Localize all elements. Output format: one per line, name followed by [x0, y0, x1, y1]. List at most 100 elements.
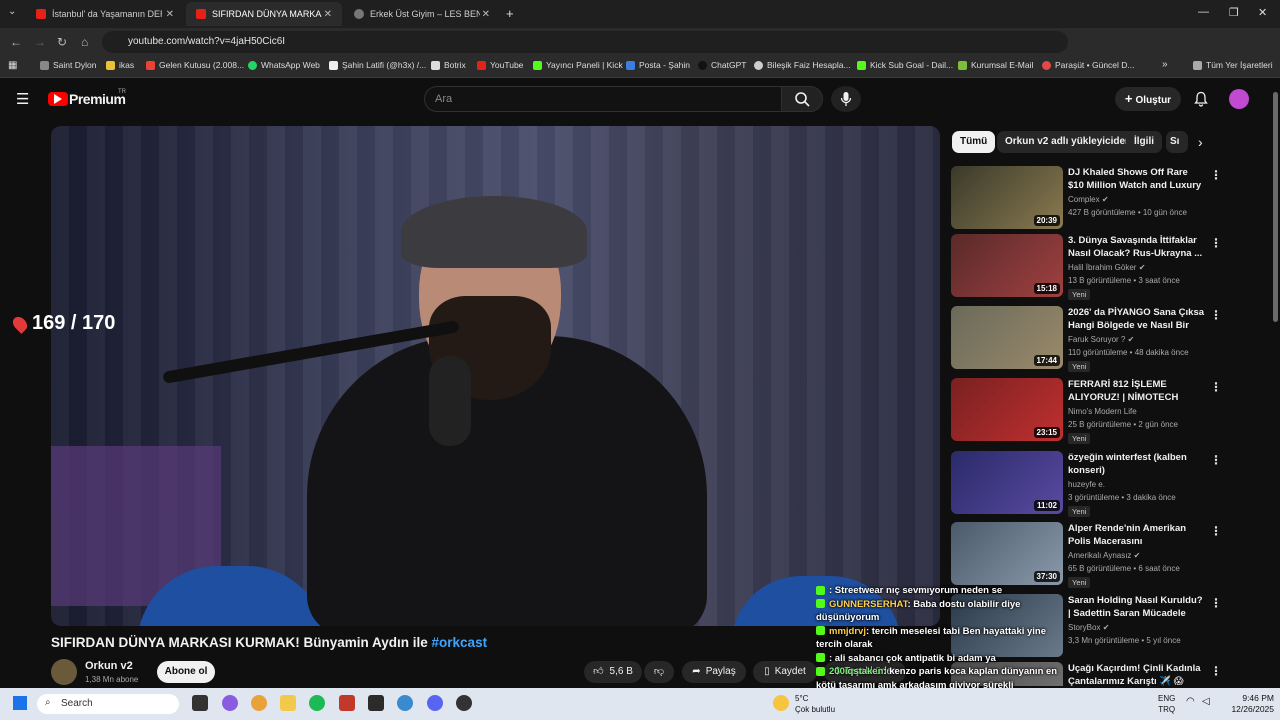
- account-avatar[interactable]: [1229, 89, 1249, 109]
- chevron-right-icon[interactable]: ›: [1198, 134, 1203, 150]
- video-thumbnail[interactable]: 11:02: [951, 451, 1063, 514]
- dislike-button[interactable]: 👎︎: [644, 661, 674, 683]
- forward-icon[interactable]: →: [34, 35, 46, 49]
- taskbar-clock[interactable]: 9:46 PM 12/26/2025: [1222, 693, 1274, 715]
- restore-icon[interactable]: ❐: [1229, 6, 1239, 19]
- video-thumbnail[interactable]: 23:15: [951, 378, 1063, 441]
- tab-search-icon[interactable]: ⌄: [8, 6, 16, 17]
- discord-icon[interactable]: [427, 695, 443, 711]
- reload-icon[interactable]: ↻: [57, 35, 67, 49]
- rec-title[interactable]: Alper Rende'nin Amerikan Polis Macerasın…: [1068, 522, 1206, 549]
- video-player[interactable]: [51, 126, 940, 626]
- notifications-bell-icon[interactable]: [1193, 91, 1209, 107]
- new-tab-icon[interactable]: +: [506, 6, 514, 21]
- more-actions-icon[interactable]: ⋮: [1210, 664, 1222, 678]
- bookmark-item[interactable]: Kurumsal E-Mail: [958, 60, 1033, 70]
- recommended-video[interactable]: 17:44 2026' da PİYANGO Sana Çıksa Hangi …: [951, 306, 1271, 372]
- recommended-video[interactable]: 15:18 3. Dünya Savaşında İttifaklar Nası…: [951, 234, 1271, 300]
- subscribe-button[interactable]: Abone ol: [157, 661, 215, 683]
- more-actions-icon[interactable]: ⋮: [1210, 596, 1222, 610]
- copilot-icon[interactable]: [222, 695, 238, 711]
- more-bookmarks-icon[interactable]: »: [1162, 59, 1168, 70]
- recommended-video[interactable]: 11:02 özyeğin winterfest (kalben konseri…: [951, 451, 1271, 517]
- bookmark-item[interactable]: Gelen Kutusu (2.008...: [146, 60, 244, 70]
- recommended-video[interactable]: 23:15 FERRARİ 812 İŞLEME ALIYORUZ! | NİM…: [951, 378, 1271, 444]
- recommended-video[interactable]: 20:39 DJ Khaled Shows Off Rare $10 Milli…: [951, 166, 1271, 232]
- obs-icon[interactable]: [456, 695, 472, 711]
- chip-from-uploader[interactable]: Orkun v2 adlı yükleyiciden: [997, 131, 1140, 153]
- video-thumbnail[interactable]: 17:44: [951, 306, 1063, 369]
- rec-title[interactable]: FERRARİ 812 İŞLEME ALIYORUZ! | NİMOTECH: [1068, 378, 1206, 404]
- rec-channel[interactable]: Faruk Soruyor ? ✔: [1068, 335, 1134, 344]
- rec-title[interactable]: Saran Holding Nasıl Kuruldu? | Sadettin …: [1068, 594, 1206, 621]
- app-icon[interactable]: [339, 695, 355, 711]
- browser-tab-1[interactable]: İstanbul' da Yaşamanın DERTLERİ ✕: [26, 2, 184, 26]
- back-icon[interactable]: ←: [10, 35, 22, 49]
- minimize-icon[interactable]: —: [1198, 6, 1209, 18]
- hashtag-link[interactable]: #orkcast: [432, 635, 488, 650]
- chip-all[interactable]: Tümü: [952, 131, 996, 153]
- recommended-video[interactable]: 37:30 Alper Rende'nin Amerikan Polis Mac…: [951, 522, 1271, 588]
- windows-start-icon[interactable]: [13, 696, 27, 710]
- share-button[interactable]: ➦ Paylaş: [682, 661, 746, 683]
- language-indicator[interactable]: ENG TRQ: [1158, 693, 1175, 715]
- rec-title[interactable]: 3. Dünya Savaşında İttifaklar Nasıl Olac…: [1068, 234, 1206, 260]
- more-actions-icon[interactable]: ⋮: [1210, 168, 1222, 182]
- all-bookmarks[interactable]: Tüm Yer İşaretleri: [1193, 60, 1273, 70]
- taskbar-search[interactable]: Search: [37, 694, 179, 714]
- rec-title[interactable]: Uçağı Kaçırdım! Çinli Kadınla Çantalarım…: [1068, 662, 1206, 686]
- create-button[interactable]: + Oluştur: [1115, 87, 1181, 111]
- save-button[interactable]: ▯ Kaydet: [753, 661, 817, 683]
- weather-icon[interactable]: [773, 695, 789, 711]
- volume-icon[interactable]: ◁: [1202, 696, 1210, 707]
- task-view-icon[interactable]: [192, 695, 208, 711]
- bookmark-item[interactable]: Paraşüt • Güncel D...: [1042, 60, 1135, 70]
- channel-avatar[interactable]: [51, 659, 77, 685]
- rec-channel[interactable]: Amerikalı Aynasız ✔: [1068, 551, 1140, 560]
- video-thumbnail[interactable]: 15:18: [951, 234, 1063, 297]
- search-input[interactable]: Ara: [424, 86, 782, 112]
- more-actions-icon[interactable]: ⋮: [1210, 236, 1222, 250]
- rec-title[interactable]: 2026' da PİYANGO Sana Çıksa Hangi Bölged…: [1068, 306, 1206, 333]
- capcut-icon[interactable]: [368, 695, 384, 711]
- more-actions-icon[interactable]: ⋮: [1210, 453, 1222, 467]
- more-actions-icon[interactable]: ⋮: [1210, 524, 1222, 538]
- file-explorer-icon[interactable]: [280, 695, 296, 711]
- scrollbar-thumb[interactable]: [1273, 92, 1278, 322]
- browser-tab-3[interactable]: Erkek Üst Giyim – LES BENJAMINS ✕: [344, 2, 500, 26]
- chip-related[interactable]: İlgili: [1126, 131, 1162, 153]
- apps-grid-icon[interactable]: ▦: [8, 60, 17, 71]
- chip-more[interactable]: Sı: [1166, 131, 1188, 153]
- channel-name[interactable]: Orkun v2: [85, 660, 133, 672]
- more-actions-icon[interactable]: ⋮: [1210, 308, 1222, 322]
- close-window-icon[interactable]: ✕: [1258, 6, 1267, 19]
- hamburger-menu-icon[interactable]: ☰: [16, 90, 29, 108]
- bookmark-item[interactable]: WhatsApp Web: [248, 60, 320, 70]
- home-icon[interactable]: ⌂: [81, 35, 88, 49]
- bookmark-item[interactable]: Yayıncı Paneli | Kick: [533, 60, 623, 70]
- bookmark-item[interactable]: Bileşik Faiz Hesapla...: [754, 60, 851, 70]
- bookmark-item[interactable]: Şahin Latifi (@h3x) /...: [329, 60, 426, 70]
- video-thumbnail[interactable]: 37:30: [951, 522, 1063, 585]
- youtube-premium-logo[interactable]: Premium: [69, 91, 126, 107]
- spotify-icon[interactable]: [309, 695, 325, 711]
- bookmark-item[interactable]: Botrix: [431, 60, 466, 70]
- wifi-icon[interactable]: ◠: [1186, 696, 1195, 707]
- bookmark-item[interactable]: YouTube: [477, 60, 523, 70]
- chrome-icon[interactable]: [251, 695, 267, 711]
- more-actions-icon[interactable]: ⋮: [1210, 380, 1222, 394]
- bookmark-item[interactable]: Saint Dylon: [40, 60, 96, 70]
- browser-tab-2[interactable]: SIFIRDAN DÜNYA MARKASI KURMAK ✕: [186, 2, 342, 26]
- rec-title[interactable]: özyeğin winterfest (kalben konseri): [1068, 451, 1206, 477]
- video-thumbnail[interactable]: 20:39: [951, 166, 1063, 229]
- bookmark-item[interactable]: Kick Sub Goal - Dail...: [857, 60, 953, 70]
- bookmark-item[interactable]: Posta - Şahin: [626, 60, 690, 70]
- rec-channel[interactable]: Complex ✔: [1068, 195, 1109, 204]
- bookmark-item[interactable]: ChatGPT: [698, 60, 746, 70]
- url-field[interactable]: youtube.com/watch?v=4jaH50Cic6I: [102, 31, 1068, 53]
- close-tab-icon[interactable]: ✕: [166, 9, 174, 20]
- app-icon[interactable]: [397, 695, 413, 711]
- rec-channel[interactable]: Nimo's Modern Life: [1068, 407, 1137, 416]
- weather-widget[interactable]: 5°C Çok bulutlu: [795, 693, 835, 715]
- close-tab-icon[interactable]: ✕: [324, 9, 332, 20]
